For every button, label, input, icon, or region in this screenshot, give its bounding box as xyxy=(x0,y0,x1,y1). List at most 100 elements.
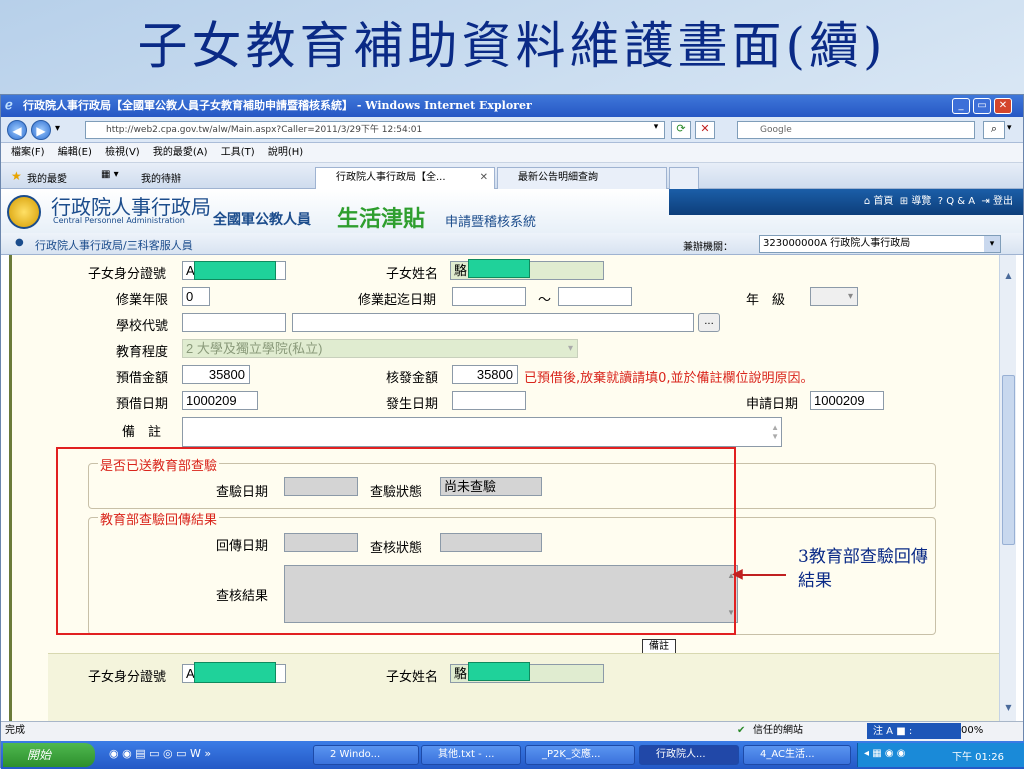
url-dropdown-icon[interactable]: ▾ xyxy=(649,122,663,138)
nav-home[interactable]: 首頁 xyxy=(873,196,893,207)
nav-logout[interactable]: 登出 xyxy=(993,196,1013,207)
annotation-arrow xyxy=(736,574,786,576)
menu-bar: 檔案(F) 編輯(E) 檢視(V) 我的最愛(A) 工具(T) 說明(H) xyxy=(1,143,1023,163)
child-id-label: 子女身分證號 xyxy=(88,670,167,685)
menu-edit[interactable]: 編輯(E) xyxy=(58,147,92,158)
school-code-input[interactable] xyxy=(182,313,286,332)
advance-amount-input[interactable]: 35800 xyxy=(182,365,250,384)
remark-label: 備 註 xyxy=(122,425,162,440)
occur-date-input[interactable] xyxy=(452,391,526,410)
next-record: 子女身分證號 A 子女姓名 駱 xyxy=(48,653,999,721)
edu-level-label: 教育程度 xyxy=(116,345,169,360)
page-scrollbar[interactable]: ▲ ▼ xyxy=(999,255,1016,721)
menu-file[interactable]: 檔案(F) xyxy=(11,147,45,158)
system-suffix: 申請暨稽核系統 xyxy=(445,215,537,230)
status-text: 完成 xyxy=(5,725,25,736)
home-icon[interactable]: ⌂ xyxy=(864,196,870,207)
history-dropdown-icon[interactable]: ▾ xyxy=(55,123,60,134)
url-field[interactable]: http://web2.cpa.gov.tw/alw/Main.aspx?Cal… xyxy=(85,121,665,139)
back-button[interactable]: ◀ xyxy=(7,120,27,140)
search-icon[interactable]: ⌕ xyxy=(983,121,1005,139)
forward-button[interactable]: ▶ xyxy=(31,120,51,140)
refresh-button[interactable]: ⟳ xyxy=(671,121,691,139)
breadcrumb: 行政院人事行政局/三科客服人員 xyxy=(35,239,193,252)
remark-textarea[interactable]: ▲ ▼ xyxy=(182,417,782,447)
chevron-down-icon[interactable]: ▾ xyxy=(568,340,573,357)
scroll-thumb[interactable] xyxy=(1002,375,1015,545)
study-years-input[interactable]: 0 xyxy=(182,287,210,306)
ime-toolbar[interactable]: 注 A ■ : xyxy=(867,723,961,739)
cpa-logo-icon xyxy=(7,195,41,229)
school-name-input[interactable] xyxy=(292,313,694,332)
advance-date-input[interactable]: 1000209 xyxy=(182,391,258,410)
taskbar-item-p2k[interactable]: _P2K_交應... xyxy=(525,745,635,765)
child-name-label: 子女姓名 xyxy=(386,267,439,282)
form-content: 子女身分證號 A 子女姓名 駱 修業年限 0 修業起迄日期 ～ 年 級 ▾ 學校… xyxy=(9,255,999,721)
privacy-mask xyxy=(468,259,530,278)
school-code-label: 學校代號 xyxy=(116,319,169,334)
minimize-icon[interactable]: _ xyxy=(952,98,970,114)
search-options-icon[interactable]: ▾ xyxy=(1007,123,1012,133)
scroll-down-icon[interactable]: ▼ xyxy=(771,428,779,445)
todo-link[interactable]: 我的待辦 xyxy=(141,170,181,185)
taskbar-item-ie[interactable]: 行政院人... xyxy=(639,745,739,765)
quick-launch-icons[interactable]: ◉ ◉ ▤ ▭ ◎ ▭ W » xyxy=(109,747,211,760)
scroll-up-icon[interactable]: ▲ xyxy=(1002,271,1015,285)
tab-label: 行政院人事行政局【全... xyxy=(336,172,446,183)
tab-bulletin[interactable]: 最新公告明細查詢 xyxy=(497,167,667,189)
new-tab-button[interactable] xyxy=(669,167,699,189)
close-button[interactable]: ✕ xyxy=(994,98,1012,114)
taskbar-item-ppt[interactable]: 4_AC生活... xyxy=(743,745,851,765)
chevron-down-icon[interactable]: ▾ xyxy=(984,236,1000,252)
quick-tabs-icon[interactable]: ▦ ▾ xyxy=(101,169,119,180)
highlight-box xyxy=(56,447,736,635)
sitemap-icon[interactable]: ⊞ xyxy=(900,196,908,207)
menu-tools[interactable]: 工具(T) xyxy=(221,147,255,158)
advance-amount-label: 預借金額 xyxy=(116,371,169,386)
edu-level-select[interactable]: 2 大學及獨立學院(私立) ▾ xyxy=(182,339,578,358)
agency-select[interactable]: 323000000A 行政院人事行政局 ▾ xyxy=(759,235,1001,253)
study-start-input[interactable] xyxy=(452,287,526,306)
zone-label: 信任的網站 xyxy=(753,725,803,736)
system-prefix: 全國軍公教人員 xyxy=(213,212,311,228)
menu-favorites[interactable]: 我的最愛(A) xyxy=(153,147,208,158)
child-id-label: 子女身分證號 xyxy=(88,267,167,282)
nav-qa[interactable]: Q & A xyxy=(946,196,975,207)
privacy-mask xyxy=(194,261,276,280)
start-label: 開始 xyxy=(27,748,52,762)
menu-help[interactable]: 說明(H) xyxy=(268,147,303,158)
tab-active[interactable]: 行政院人事行政局【全... ✕ xyxy=(315,167,495,189)
nav-guide[interactable]: 導覽 xyxy=(911,196,931,207)
maximize-button[interactable]: ▭ xyxy=(973,98,991,114)
taskbar-item-txt[interactable]: 其他.txt - ... xyxy=(421,745,521,765)
favorites-label[interactable]: 我的最愛 xyxy=(27,170,67,185)
privacy-mask xyxy=(468,662,530,681)
system-tray: ◂ ▦ ◉ ◉ 下午 01:26 xyxy=(857,743,1024,767)
browser-window: ℯ 行政院人事行政局【全國軍公教人員子女教育補助申請暨稽核系統】 - Windo… xyxy=(0,94,1024,769)
child-name-label: 子女姓名 xyxy=(386,670,439,685)
menu-view[interactable]: 檢視(V) xyxy=(105,147,140,158)
study-end-input[interactable] xyxy=(558,287,632,306)
taskbar-item-windows[interactable]: 2 Windo... xyxy=(313,745,419,765)
approved-amount-input[interactable]: 35800 xyxy=(452,365,518,384)
agency-value: 323000000A 行政院人事行政局 xyxy=(763,238,911,249)
stop-button[interactable]: ✕ xyxy=(695,121,715,139)
chevron-down-icon[interactable]: ▾ xyxy=(848,288,853,305)
study-years-label: 修業年限 xyxy=(116,293,169,308)
study-period-label: 修業起迄日期 xyxy=(358,293,437,308)
checkmark-icon: ✔ xyxy=(737,725,746,736)
start-button[interactable]: 開始 xyxy=(3,743,95,767)
school-lookup-button[interactable]: ... xyxy=(698,313,720,332)
tab-label: 最新公告明細查詢 xyxy=(518,172,598,183)
tray-icons[interactable]: ◂ ▦ ◉ ◉ xyxy=(864,748,905,759)
apply-date-input[interactable]: 1000209 xyxy=(810,391,884,410)
search-input[interactable]: Google xyxy=(737,121,975,139)
arrow-head-icon: ◀ xyxy=(732,566,743,582)
grade-select[interactable]: ▾ xyxy=(810,287,858,306)
logout-icon[interactable]: ⇥ xyxy=(981,196,989,207)
close-tab-icon[interactable]: ✕ xyxy=(480,168,488,188)
zoom-level[interactable]: 00% xyxy=(961,722,983,740)
qa-icon[interactable]: ? xyxy=(938,196,943,207)
scroll-down-icon[interactable]: ▼ xyxy=(1002,703,1015,717)
user-icon: ● xyxy=(15,237,24,248)
